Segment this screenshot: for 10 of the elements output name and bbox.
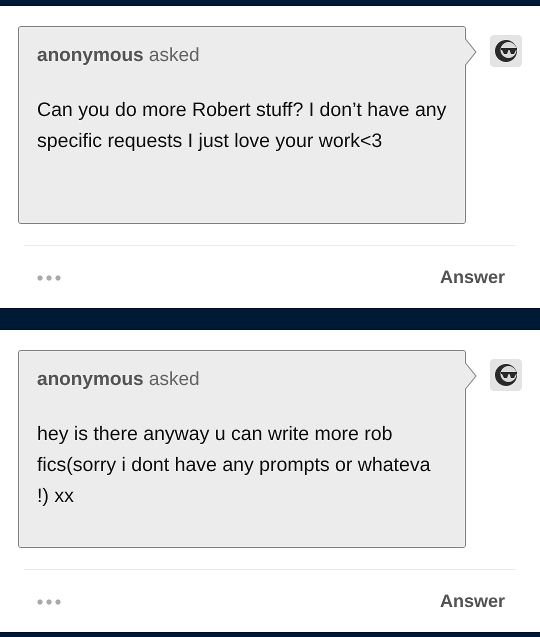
sunglasses-face-icon	[494, 363, 518, 387]
avatar[interactable]	[490, 35, 522, 67]
asker-label: anonymous asked	[37, 44, 201, 68]
asker-label: anonymous asked	[37, 368, 201, 392]
question-text: hey is there anyway u can write more rob fics(sorry i dont have any prompts or whateva !) xx	[37, 422, 432, 509]
sunglasses-face-icon	[494, 39, 518, 63]
question-text: Can you do more Robert stuff? I don’t have any specific requests I just love your work<3	[37, 98, 448, 154]
avatar[interactable]	[490, 359, 522, 391]
answer-button[interactable]: Answer	[440, 588, 505, 615]
answer-button[interactable]: Answer	[440, 264, 505, 291]
